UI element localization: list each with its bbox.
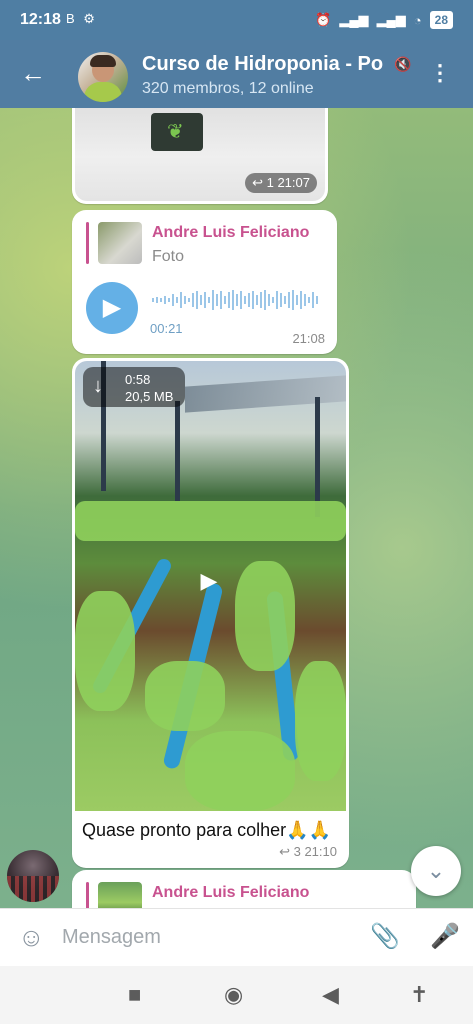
reply-thumbnail[interactable] [98,882,142,908]
signal-icon-2: ▂▄▆ [376,12,406,27]
emoji-icon[interactable]: ☺ [18,922,45,953]
mic-icon[interactable]: 🎤 [430,922,460,951]
attach-icon[interactable]: 📎 [370,922,400,951]
group-avatar[interactable] [78,52,128,102]
wifi-icon: ◔ [413,12,422,28]
back-nav-icon[interactable]: ◀ [322,982,339,1008]
message-meta: ↩ 3 21:10 [279,844,337,860]
b-notification-icon: B [66,11,75,26]
reply-bar [86,882,89,908]
reply-bar [86,222,89,264]
accessibility-icon[interactable]: ✝ [410,982,428,1008]
message-time: 21:07 [277,175,310,190]
reply-count: 1 [266,175,274,190]
status-notification-icons: B ⚙ [66,11,100,27]
reply-author[interactable]: Andre Luis Feliciano [152,884,309,902]
muted-icon: 🔇 [394,56,412,72]
reply-type: Foto [152,248,185,265]
reply-arrow-icon: ↩ [252,175,263,190]
reply-message[interactable]: Andre Luis Feliciano [72,870,416,908]
scroll-down-button[interactable]: ⌄ [411,846,461,896]
chat-header: ← Curso de Hidroponia - Po 🔇 320 membros… [0,40,473,108]
more-vert-icon[interactable]: ⋮ [429,58,451,88]
waveform[interactable] [152,288,322,312]
video-message[interactable]: ↓ 0:58 20,5 MB ▶ Quase pronto para colhe… [72,358,349,868]
voice-duration: 00:21 [150,321,183,336]
message-caption: Quase pronto para colher🙏🙏 [82,820,331,840]
message-image[interactable]: ❦ ↩ 1 21:07 [75,108,325,201]
play-icon[interactable]: ▶ [86,282,138,334]
message-time: 21:10 [304,844,337,859]
download-icon: ↓ [93,375,103,397]
play-icon[interactable]: ▶ [191,563,227,599]
video-size: 20,5 MB [125,389,174,404]
signal-icon: ▂▄▆ [339,12,369,27]
settings-notification-icon: ⚙ [83,11,95,26]
video-length: 0:58 [125,372,151,387]
status-bar: 12:18 B ⚙ ⏰ ▂▄▆ ▂▄▆ ◔ 28 [0,0,473,40]
reply-thumbnail[interactable] [98,222,142,264]
chat-title[interactable]: Curso de Hidroponia - Po [142,53,392,76]
reply-count: 3 [293,844,301,859]
download-button[interactable]: ↓ 0:58 20,5 MB [83,367,185,407]
chat-messages[interactable]: ❦ ↩ 1 21:07 Andre Luis Feliciano Foto ▶ [0,108,473,908]
system-nav-bar: ■ ◉ ◀ ✝ [0,966,473,1024]
battery-icon: 28 [429,11,453,29]
video-preview[interactable]: ↓ 0:58 20,5 MB ▶ [75,361,346,811]
chevron-down-icon: ⌄ [426,858,446,883]
home-icon[interactable]: ◉ [224,982,243,1008]
sender-avatar[interactable] [7,850,59,902]
reply-author[interactable]: Andre Luis Feliciano [152,224,309,242]
composer: ☺ Mensagem 📎 🎤 [0,908,473,967]
alarm-icon: ⏰ [315,12,332,27]
image-message[interactable]: ❦ ↩ 1 21:07 [72,108,328,204]
message-meta: ↩ 1 21:07 [245,173,317,193]
recent-apps-icon[interactable]: ■ [128,982,141,1008]
voice-message[interactable]: Andre Luis Feliciano Foto ▶ 00:21 21:08 [72,210,337,354]
message-input[interactable]: Mensagem [62,926,161,949]
status-right-icons: ⏰ ▂▄▆ ▂▄▆ ◔ 28 [315,11,453,29]
status-time: 12:18 [20,11,61,28]
arrow-left-icon[interactable]: ← [20,58,46,88]
message-time: 21:08 [292,331,325,346]
reply-arrow-icon: ↩ [279,844,290,859]
chat-subtitle: 320 membros, 12 online [142,80,314,97]
